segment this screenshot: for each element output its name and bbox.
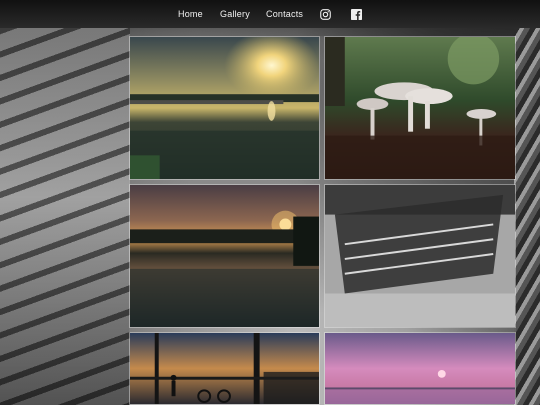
instagram-icon[interactable]	[320, 7, 331, 20]
top-navbar: Home Gallery Contacts	[0, 0, 540, 28]
nav-home-link[interactable]: Home	[178, 9, 203, 19]
mushrooms-image	[325, 37, 515, 179]
nav-contacts-link[interactable]: Contacts	[266, 9, 303, 19]
silhouette-pier-image	[130, 333, 319, 404]
background-trees-right	[514, 28, 540, 405]
gallery-photo-silhouette-pier[interactable]	[129, 332, 320, 405]
background-pier-left	[0, 28, 130, 405]
gallery-photo-pink-sunset[interactable]	[324, 332, 516, 405]
grayscale-pier-image	[325, 185, 515, 327]
nav-gallery-link[interactable]: Gallery	[220, 9, 250, 19]
gallery-photo-mushrooms[interactable]	[324, 36, 516, 180]
facebook-icon[interactable]	[351, 7, 362, 20]
main-nav: Home Gallery Contacts	[0, 0, 540, 28]
gallery-photo-grayscale-pier[interactable]	[324, 184, 516, 328]
pink-sunset-image	[325, 333, 515, 404]
sunset-pier-image	[130, 37, 319, 179]
orange-sunset-image	[130, 185, 319, 327]
gallery-photo-orange-sunset[interactable]	[129, 184, 320, 328]
gallery-photo-sunset-pier[interactable]	[129, 36, 320, 180]
photo-gallery-grid	[129, 36, 516, 405]
